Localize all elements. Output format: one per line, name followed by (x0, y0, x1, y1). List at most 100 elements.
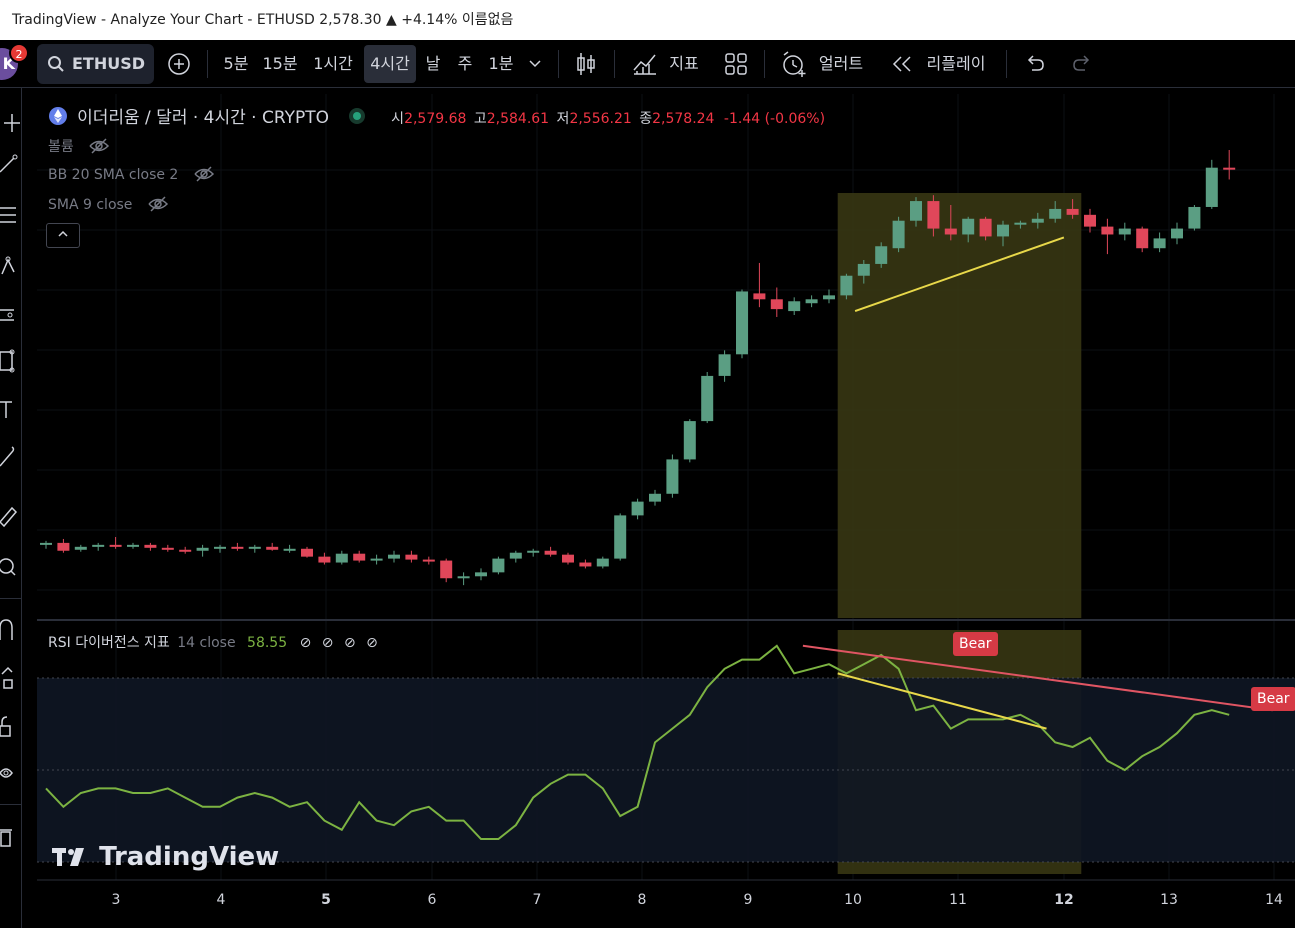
x-tick-label: 9 (743, 892, 753, 908)
x-tick-label: 6 (427, 892, 437, 908)
rsi-overbought-band (37, 678, 1295, 862)
candle-body (701, 375, 714, 422)
close-value: 2,578.24 (652, 111, 715, 127)
x-tick-label: 4 (216, 892, 226, 908)
hidden-eye-icon[interactable] (147, 196, 169, 212)
candle-body (492, 558, 505, 573)
close-label: 종 (639, 111, 653, 127)
open-value: 2,579.68 (404, 111, 467, 127)
indicator-bollinger[interactable]: BB 20 SMA close 2 (48, 166, 215, 183)
high-label: 고 (473, 111, 487, 127)
candle-body (788, 301, 801, 312)
candle-body (1066, 208, 1079, 215)
candle-body (196, 547, 209, 551)
x-tick-label: 5 (321, 892, 331, 908)
bear-label: Bear (1251, 687, 1295, 711)
x-tick-label: 13 (1160, 892, 1178, 908)
candle-body (1153, 238, 1166, 249)
candle-body (718, 354, 731, 376)
candle-body (1171, 228, 1183, 239)
candle-body (283, 548, 296, 551)
chevron-up-icon (58, 230, 68, 237)
rsi-legend[interactable]: RSI 다이버전스 지표 14 close 58.55 ⊘ ⊘ ⊘ ⊘ (48, 632, 378, 652)
candle-body (335, 553, 348, 563)
tradingview-logo-icon (52, 848, 84, 866)
candle-body (475, 572, 487, 577)
candle-body (823, 295, 835, 300)
candle-body (127, 544, 139, 547)
candle-body (683, 421, 696, 460)
candle-body (248, 546, 261, 549)
candle-body (422, 559, 435, 562)
candle-body (875, 246, 888, 264)
market-status-icon[interactable] (348, 107, 366, 125)
candle-body (301, 548, 313, 557)
candle-body (388, 554, 400, 559)
bear-label: Bear (953, 632, 998, 656)
indicator-volume[interactable]: 볼륨 (48, 136, 110, 156)
candle-body (979, 218, 992, 237)
rsi-value: 58.55 (247, 635, 288, 651)
candle-body (144, 544, 157, 548)
candle-body (1049, 208, 1062, 219)
candle-body (1118, 228, 1131, 235)
candle-body (527, 550, 540, 553)
candle-body (962, 218, 975, 235)
candle-body (440, 560, 453, 579)
x-tick-label: 3 (111, 892, 121, 908)
candle-body (770, 299, 783, 310)
candle-body (562, 554, 574, 563)
collapse-legend-button[interactable] (46, 223, 80, 248)
candle-body (161, 547, 174, 550)
candle-body (997, 224, 1009, 237)
low-label: 저 (556, 111, 570, 127)
candle-body (944, 228, 957, 235)
change-value: -1.44 (-0.06%) (723, 111, 826, 127)
candle-body (405, 554, 418, 560)
candle-body (57, 542, 70, 551)
candle-body (666, 459, 679, 494)
candle-body (736, 291, 748, 355)
empty-value-icon: ⊘ (299, 635, 312, 651)
candle-body (92, 544, 105, 547)
candle-body (805, 299, 818, 304)
empty-value-icon: ⊘ (343, 635, 356, 651)
symbol-legend: 이더리움 / 달러 · 4시간 · CRYPTO 시2,579.68 고2,58… (48, 103, 825, 128)
ethereum-logo-icon (49, 107, 67, 125)
candle-body (318, 556, 331, 563)
x-tick-label: 7 (532, 892, 542, 908)
candle-body (1188, 206, 1201, 229)
empty-value-icon: ⊘ (366, 635, 378, 651)
candle-body (457, 576, 470, 579)
indicator-name: 볼륨 (48, 139, 74, 155)
candle-body (596, 558, 609, 567)
x-tick-label: 11 (949, 892, 967, 908)
hidden-eye-icon[interactable] (88, 138, 110, 154)
candle-body (353, 553, 366, 561)
candle-body (614, 515, 627, 559)
candle-body (231, 546, 244, 549)
empty-value-icon: ⊘ (321, 635, 334, 651)
watermark-text: TradingView (99, 842, 280, 872)
indicator-name: SMA 9 close (48, 197, 133, 213)
indicator-sma[interactable]: SMA 9 close (48, 196, 169, 213)
candle-body (544, 550, 557, 555)
candle-body (579, 562, 592, 567)
x-tick-label: 8 (637, 892, 647, 908)
indicator-name: BB 20 SMA close 2 (48, 167, 179, 183)
symbol-title[interactable]: 이더리움 / 달러 · 4시간 · CRYPTO (77, 108, 329, 128)
candle-body (179, 549, 192, 552)
candle-body (910, 201, 922, 221)
candle-body (1223, 167, 1236, 170)
rsi-name: RSI 다이버전스 지표 (48, 635, 170, 651)
low-value: 2,556.21 (569, 111, 632, 127)
hidden-eye-icon[interactable] (193, 166, 215, 182)
candle-body (1101, 226, 1114, 235)
rsi-params: 14 close (177, 635, 236, 651)
candle-body (1014, 222, 1027, 225)
high-value: 2,584.61 (486, 111, 550, 127)
x-tick-label: 14 (1265, 892, 1283, 908)
candle-body (214, 546, 226, 549)
price-chart-canvas[interactable] (0, 0, 1295, 928)
candle-body (840, 275, 853, 296)
